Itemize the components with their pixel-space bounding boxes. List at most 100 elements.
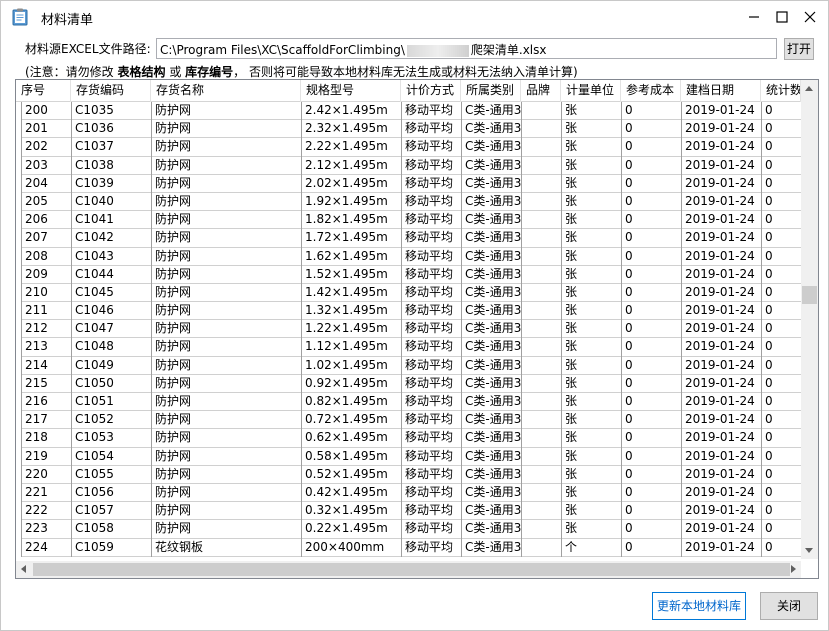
cell-unit[interactable]: 张	[561, 374, 621, 393]
table-row[interactable]: 223 C1058 防护网 0.22×1.495m 移动平均 C类-通用3 张 0 2019-0…	[21, 520, 801, 539]
cell-unit[interactable]: 张	[561, 465, 621, 484]
cell-brand[interactable]	[521, 411, 561, 430]
cell-index[interactable]: 212	[21, 320, 71, 339]
cell-code[interactable]: C1049	[71, 356, 151, 375]
cell-name[interactable]: 防护网	[151, 192, 301, 212]
cell-unit[interactable]: 张	[561, 247, 621, 266]
cell-date[interactable]: 2019-01-24	[681, 229, 761, 248]
cell-index[interactable]: 218	[21, 429, 71, 448]
cell-code[interactable]: C1041	[71, 211, 151, 230]
cell-brand[interactable]	[521, 156, 561, 175]
cell-date[interactable]: 2019-01-24	[681, 538, 761, 557]
cell-stat[interactable]: 0	[761, 229, 801, 248]
horizontal-scrollbar[interactable]	[16, 561, 801, 578]
cell-date[interactable]: 2019-01-24	[681, 502, 761, 521]
table-row[interactable]: 212 C1047 防护网 1.22×1.495m 移动平均 C类-通用3 张 0 2019-0…	[21, 320, 801, 339]
cell-unit[interactable]: 张	[561, 174, 621, 193]
cell-date[interactable]: 2019-01-24	[681, 283, 761, 303]
cell-index[interactable]: 221	[21, 483, 71, 503]
cell-pricing[interactable]: 移动平均	[401, 247, 461, 266]
cell-cost[interactable]: 0	[621, 465, 681, 484]
cell-code[interactable]: C1046	[71, 302, 151, 321]
cell-brand[interactable]	[521, 483, 561, 503]
cell-pricing[interactable]: 移动平均	[401, 502, 461, 521]
cell-unit[interactable]: 张	[561, 302, 621, 321]
cell-unit[interactable]: 张	[561, 338, 621, 357]
cell-brand[interactable]	[521, 338, 561, 357]
cell-pricing[interactable]: 移动平均	[401, 393, 461, 412]
table-row[interactable]: 201 C1036 防护网 2.32×1.495m 移动平均 C类-通用3 张 0 2019-0…	[21, 120, 801, 139]
table-row[interactable]: 206 C1041 防护网 1.82×1.495m 移动平均 C类-通用3 张 0 2019-0…	[21, 211, 801, 230]
cell-unit[interactable]: 个	[561, 538, 621, 557]
cell-code[interactable]: C1048	[71, 338, 151, 357]
cell-name[interactable]: 防护网	[151, 393, 301, 412]
scroll-right-icon[interactable]	[791, 565, 796, 573]
table-row[interactable]: 203 C1038 防护网 2.12×1.495m 移动平均 C类-通用3 张 0 2019-0…	[21, 156, 801, 175]
cell-category[interactable]: C类-通用3	[461, 538, 521, 557]
cell-stat[interactable]: 0	[761, 247, 801, 266]
table-row[interactable]: 217 C1052 防护网 0.72×1.495m 移动平均 C类-通用3 张 0 2019-0…	[21, 411, 801, 430]
cell-date[interactable]: 2019-01-24	[681, 393, 761, 412]
cell-name[interactable]: 防护网	[151, 174, 301, 193]
cell-spec[interactable]: 1.62×1.495m	[301, 247, 401, 266]
table-row[interactable]: 218 C1053 防护网 0.62×1.495m 移动平均 C类-通用3 张 0 2019-0…	[21, 429, 801, 448]
cell-unit[interactable]: 张	[561, 192, 621, 212]
cell-spec[interactable]: 0.58×1.495m	[301, 447, 401, 466]
cell-pricing[interactable]: 移动平均	[401, 283, 461, 303]
cell-date[interactable]: 2019-01-24	[681, 465, 761, 484]
cell-brand[interactable]	[521, 374, 561, 393]
cell-brand[interactable]	[521, 520, 561, 539]
cell-index[interactable]: 217	[21, 411, 71, 430]
cell-code[interactable]: C1059	[71, 538, 151, 557]
cell-name[interactable]: 防护网	[151, 156, 301, 175]
table-row[interactable]: 204 C1039 防护网 2.02×1.495m 移动平均 C类-通用3 张 0 2019-0…	[21, 174, 801, 193]
cell-code[interactable]: C1038	[71, 156, 151, 175]
cell-index[interactable]: 202	[21, 138, 71, 157]
cell-spec[interactable]: 1.72×1.495m	[301, 229, 401, 248]
cell-brand[interactable]	[521, 192, 561, 212]
cell-brand[interactable]	[521, 393, 561, 412]
cell-category[interactable]: C类-通用3	[461, 302, 521, 321]
cell-name[interactable]: 防护网	[151, 229, 301, 248]
cell-brand[interactable]	[521, 265, 561, 284]
cell-brand[interactable]	[521, 320, 561, 339]
cell-date[interactable]: 2019-01-24	[681, 356, 761, 375]
cell-index[interactable]: 207	[21, 229, 71, 248]
cell-cost[interactable]: 0	[621, 102, 681, 121]
cell-cost[interactable]: 0	[621, 374, 681, 393]
cell-unit[interactable]: 张	[561, 102, 621, 121]
cell-index[interactable]: 210	[21, 283, 71, 303]
cell-unit[interactable]: 张	[561, 138, 621, 157]
table-row[interactable]: 213 C1048 防护网 1.12×1.495m 移动平均 C类-通用3 张 0 2019-0…	[21, 338, 801, 357]
cell-stat[interactable]: 0	[761, 138, 801, 157]
cell-stat[interactable]: 0	[761, 338, 801, 357]
cell-code[interactable]: C1052	[71, 411, 151, 430]
cell-cost[interactable]: 0	[621, 156, 681, 175]
cell-unit[interactable]: 张	[561, 229, 621, 248]
cell-unit[interactable]: 张	[561, 320, 621, 339]
cell-name[interactable]: 防护网	[151, 138, 301, 157]
cell-cost[interactable]: 0	[621, 138, 681, 157]
column-header-pricing[interactable]: 计价方式	[401, 80, 461, 102]
cell-brand[interactable]	[521, 465, 561, 484]
table-row[interactable]: 210 C1045 防护网 1.42×1.495m 移动平均 C类-通用3 张 0 2019-0…	[21, 283, 801, 303]
close-button[interactable]: 关闭	[760, 592, 818, 620]
cell-stat[interactable]: 0	[761, 356, 801, 375]
cell-name[interactable]: 防护网	[151, 338, 301, 357]
cell-cost[interactable]: 0	[621, 211, 681, 230]
cell-index[interactable]: 216	[21, 393, 71, 412]
cell-stat[interactable]: 0	[761, 520, 801, 539]
cell-spec[interactable]: 1.22×1.495m	[301, 320, 401, 339]
table-row[interactable]: 221 C1056 防护网 0.42×1.495m 移动平均 C类-通用3 张 0 2019-0…	[21, 483, 801, 503]
table-row[interactable]: 205 C1040 防护网 1.92×1.495m 移动平均 C类-通用3 张 0 2019-0…	[21, 192, 801, 212]
cell-stat[interactable]: 0	[761, 320, 801, 339]
cell-pricing[interactable]: 移动平均	[401, 483, 461, 503]
cell-pricing[interactable]: 移动平均	[401, 138, 461, 157]
cell-category[interactable]: C类-通用3	[461, 102, 521, 121]
cell-date[interactable]: 2019-01-24	[681, 338, 761, 357]
cell-index[interactable]: 224	[21, 538, 71, 557]
cell-cost[interactable]: 0	[621, 320, 681, 339]
cell-code[interactable]: C1037	[71, 138, 151, 157]
cell-date[interactable]: 2019-01-24	[681, 174, 761, 193]
cell-spec[interactable]: 0.72×1.495m	[301, 411, 401, 430]
